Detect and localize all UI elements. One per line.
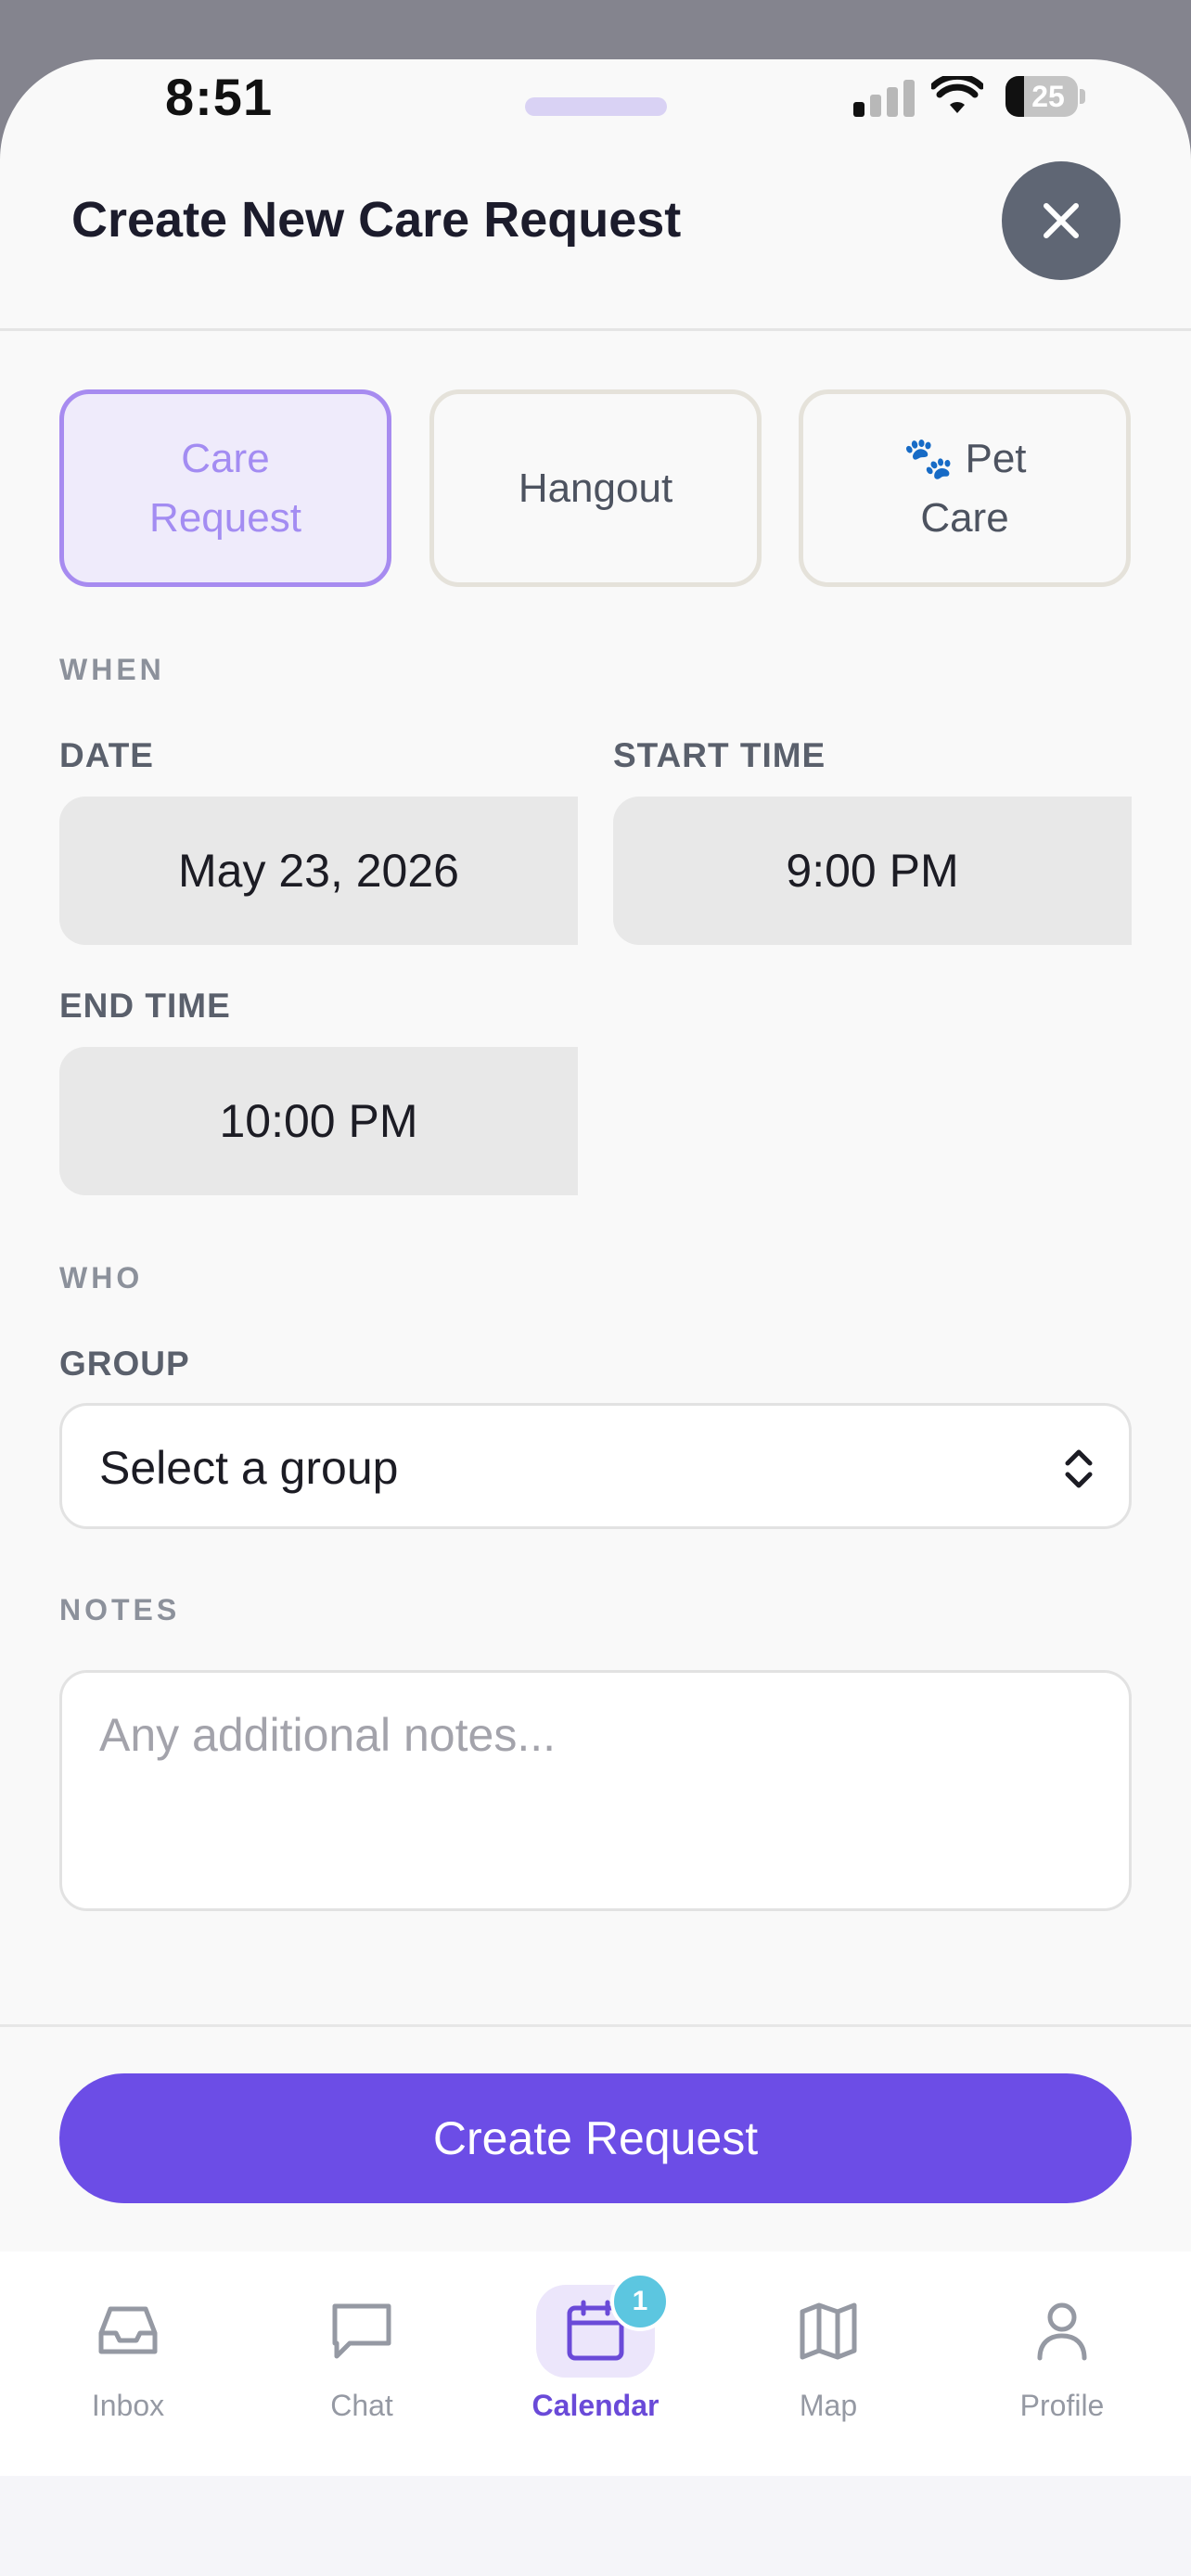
notes-placeholder: Any additional notes... — [99, 1709, 556, 1761]
type-chip-label: Hangout — [518, 465, 673, 511]
battery-icon: 25 — [1005, 76, 1085, 117]
tab-inbox[interactable]: Inbox — [35, 2251, 221, 2455]
type-chip-pet-care[interactable]: 🐾 Pet Care — [799, 389, 1131, 587]
tab-label: Calendar — [531, 2389, 660, 2422]
group-select-value: Select a group — [99, 1442, 399, 1494]
page-title: Create New Care Request — [71, 192, 682, 248]
type-chip-label: 🐾 Pet Care — [903, 435, 1027, 541]
group-label: GROUP — [59, 1345, 190, 1383]
type-chip-hangout[interactable]: Hangout — [429, 389, 762, 587]
tab-label: Profile — [1019, 2389, 1105, 2422]
end-time-label: END TIME — [59, 987, 231, 1025]
chevron-up-down-icon — [1065, 1449, 1093, 1488]
tab-profile[interactable]: Profile — [969, 2251, 1155, 2455]
group-select[interactable]: Select a group — [59, 1403, 1132, 1529]
sheet-grabber[interactable] — [525, 97, 667, 116]
start-time-picker[interactable]: 9:00 PM — [613, 797, 1132, 945]
section-label-who: WHO — [59, 1261, 144, 1294]
tab-label: Chat — [330, 2389, 393, 2422]
close-icon — [1044, 203, 1079, 238]
status-time: 8:51 — [165, 68, 274, 126]
start-time-value: 9:00 PM — [786, 845, 959, 897]
tab-label: Map — [799, 2389, 858, 2422]
end-time-picker[interactable]: 10:00 PM — [59, 1047, 578, 1195]
chat-icon — [332, 2303, 391, 2359]
section-label-when: WHEN — [59, 653, 165, 686]
notes-textarea[interactable]: Any additional notes... — [59, 1670, 1132, 1911]
notification-badge: 1 — [610, 2272, 670, 2331]
type-chip-label: Care Request — [149, 435, 301, 541]
create-request-button[interactable]: Create Request — [59, 2073, 1132, 2203]
end-time-value: 10:00 PM — [219, 1095, 418, 1147]
wifi-icon — [931, 76, 983, 113]
inbox-icon — [98, 2306, 158, 2354]
create-request-label: Create Request — [432, 2112, 759, 2164]
type-chip-care-request[interactable]: Care Request — [59, 389, 391, 587]
cellular-signal-icon — [853, 78, 915, 117]
section-label-notes: NOTES — [59, 1593, 181, 1626]
tab-chat[interactable]: Chat — [269, 2251, 455, 2455]
date-label: DATE — [59, 736, 154, 774]
footer-divider — [0, 2024, 1191, 2027]
start-time-label: START TIME — [613, 736, 826, 774]
profile-icon — [1037, 2302, 1087, 2361]
battery-level: 25 — [1031, 80, 1065, 113]
date-picker[interactable]: May 23, 2026 — [59, 797, 578, 945]
header-divider — [0, 328, 1191, 331]
tab-map[interactable]: Map — [736, 2251, 921, 2455]
map-icon — [800, 2302, 857, 2360]
tab-calendar[interactable]: 1 Calendar — [503, 2251, 688, 2455]
close-button[interactable] — [1002, 161, 1121, 280]
date-value: May 23, 2026 — [178, 845, 459, 897]
tab-label: Inbox — [91, 2389, 165, 2422]
home-indicator-area — [0, 2476, 1191, 2576]
